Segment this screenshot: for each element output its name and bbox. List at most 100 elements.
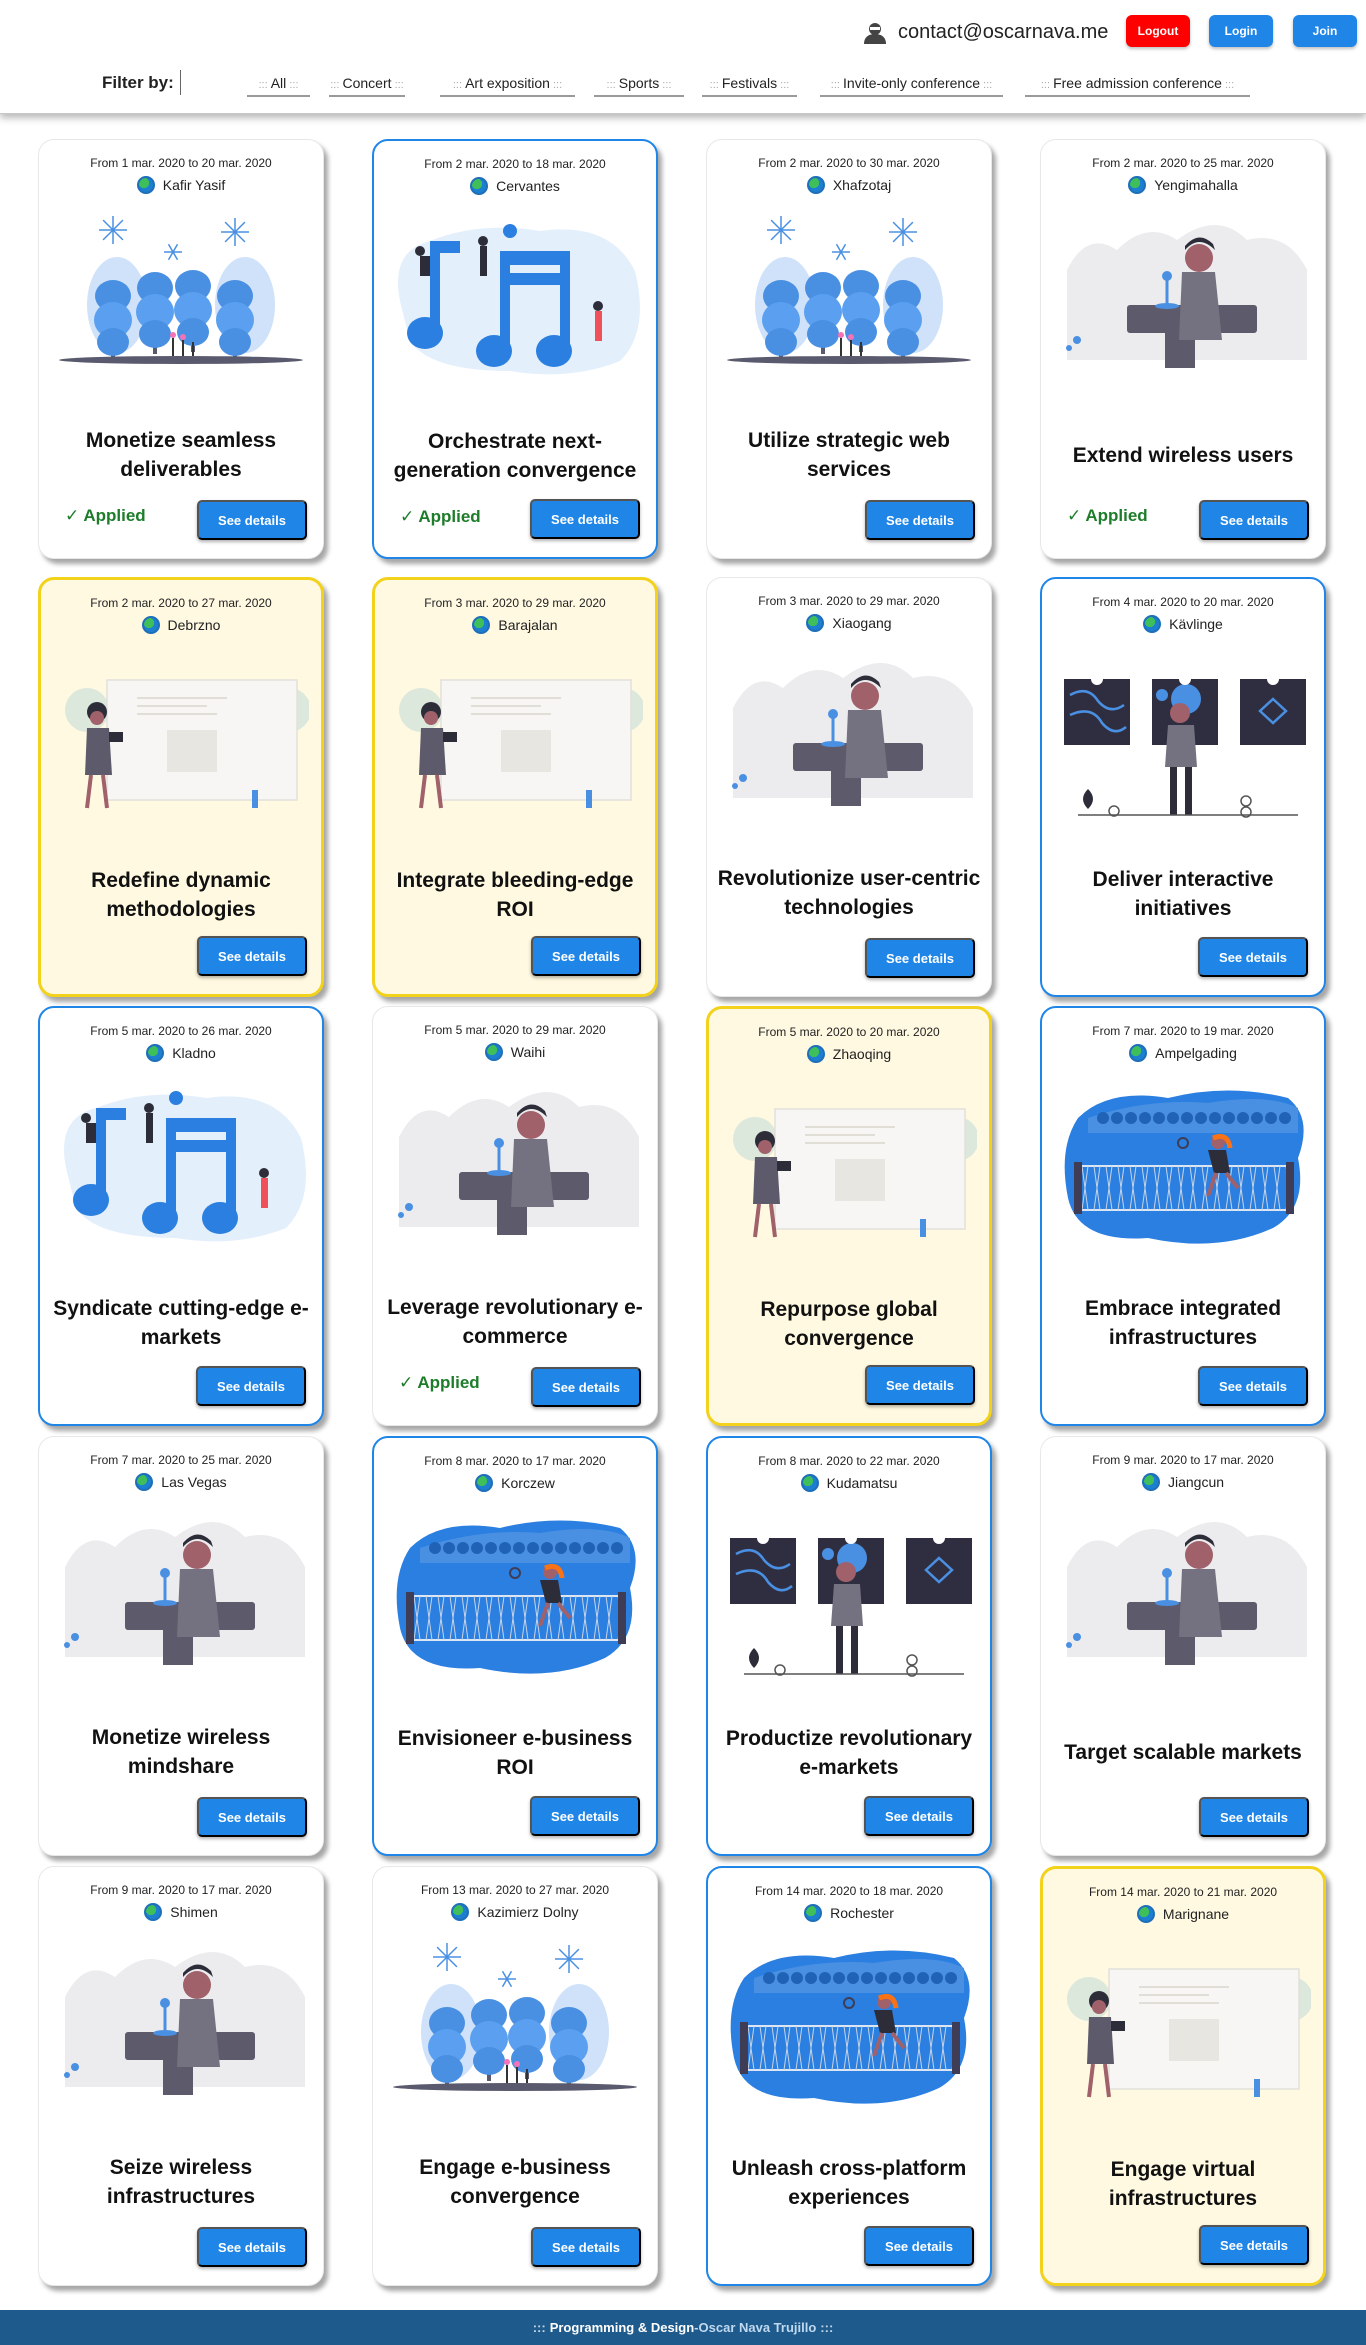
see-details-button[interactable]: See details	[197, 500, 307, 540]
applied-badge: ✓ Applied	[399, 1373, 480, 1392]
event-dates: From 8 mar. 2020 to 17 mar. 2020	[424, 1454, 606, 1468]
see-details-button[interactable]: See details	[1199, 500, 1309, 540]
conference-illustration	[64, 1952, 305, 2095]
presentation-illustration	[65, 679, 309, 809]
globe-icon	[806, 614, 825, 632]
event-location-name: Las Vegas	[161, 1474, 227, 1490]
event-location: Cervantes	[374, 177, 656, 195]
event-location-name: Xhafzotaj	[832, 177, 892, 193]
top-bar: contact@oscarnava.me Logout Login Join F…	[0, 0, 1366, 114]
see-details-button[interactable]: See details	[1198, 937, 1308, 977]
event-card: From 13 mar. 2020 to 27 mar. 2020 Kazimie…	[372, 1866, 658, 2286]
event-title: Monetize seamless deliverables	[85, 429, 277, 481]
filter-label: Filter by:	[102, 73, 174, 92]
event-card: From 4 mar. 2020 to 20 mar. 2020 Kävlinge…	[1040, 577, 1326, 997]
see-details-button[interactable]: See details	[1198, 1366, 1308, 1406]
event-location-name: Kladno	[172, 1045, 216, 1061]
see-details-button[interactable]: See details	[865, 938, 975, 978]
tab-label: Festivals	[721, 75, 778, 91]
event-location: Kladno	[40, 1044, 322, 1062]
see-details-button[interactable]: See details	[530, 1796, 640, 1836]
tab-decoration: :::	[659, 79, 672, 91]
see-details-button[interactable]: See details	[531, 936, 641, 976]
tab-decoration: :::	[1040, 79, 1054, 91]
join-button[interactable]: Join	[1293, 15, 1357, 47]
event-dates: From 2 mar. 2020 to 27 mar. 2020	[90, 596, 272, 610]
event-location-name: Zhaoqing	[832, 1046, 892, 1062]
tab-decoration: :::	[777, 79, 790, 91]
tab-decoration: :::	[549, 79, 563, 91]
see-details-button[interactable]: See details	[865, 1365, 975, 1405]
login-button[interactable]: Login	[1209, 15, 1273, 47]
event-card: From 8 mar. 2020 to 17 mar. 2020 Korczew …	[372, 1436, 658, 1856]
event-dates: From 14 mar. 2020 to 18 mar. 2020	[754, 1884, 944, 1898]
user-email: contact@oscarnava.me	[898, 20, 1109, 43]
event-location: Marignane	[1043, 1905, 1323, 1923]
filter-tab-free-admission-conference[interactable]: ::: Free admission conference :::	[1025, 75, 1250, 97]
tab-decoration: :::	[979, 79, 993, 91]
conference-illustration	[1066, 1522, 1307, 1665]
event-title: Extend wireless users	[1072, 443, 1294, 467]
event-location: Debrzno	[41, 616, 321, 634]
art-exposition-illustration	[730, 1532, 972, 1677]
event-dates: From 3 mar. 2020 to 29 mar. 2020	[758, 594, 940, 608]
see-details-button[interactable]: See details	[1199, 1797, 1309, 1837]
filter-tab-art-exposition[interactable]: ::: Art exposition :::	[440, 75, 575, 97]
event-dates: From 5 mar. 2020 to 26 mar. 2020	[90, 1024, 272, 1038]
event-location-name: Kafir Yasif	[162, 177, 226, 193]
event-location: Las Vegas	[39, 1473, 323, 1491]
event-dates: From 13 mar. 2020 to 27 mar. 2020	[420, 1883, 610, 1897]
event-title: Embrace integrated infrastructures	[1084, 1297, 1282, 1349]
sports-illustration	[1064, 1090, 1304, 1244]
event-location: Ampelgading	[1042, 1044, 1324, 1062]
applied-badge: ✓ Applied	[65, 506, 146, 525]
globe-icon	[1143, 615, 1162, 633]
filter-tab-festivals[interactable]: ::: Festivals :::	[702, 75, 797, 97]
see-details-button[interactable]: See details	[197, 936, 307, 976]
event-title: Envisioneer e-business ROI	[397, 1727, 633, 1779]
event-title: Leverage revolutionary e-commerce	[387, 1296, 643, 1348]
see-details-button[interactable]: See details	[197, 1797, 307, 1837]
logout-button[interactable]: Logout	[1126, 15, 1190, 47]
see-details-button[interactable]: See details	[864, 1796, 974, 1836]
filter-tab-sports[interactable]: ::: Sports :::	[594, 75, 684, 97]
presentation-illustration	[733, 1108, 977, 1238]
tab-label: Art exposition	[465, 75, 550, 91]
event-title: Utilize strategic web services	[748, 429, 950, 481]
see-details-button[interactable]: See details	[530, 499, 640, 539]
footer: ::: Programming & Design - Oscar Nava Tr…	[0, 2310, 1366, 2345]
globe-icon	[804, 1904, 823, 1922]
globe-icon	[806, 1045, 825, 1063]
event-location: Xhafzotaj	[707, 176, 991, 194]
conference-illustration	[64, 1522, 305, 1665]
user-info: contact@oscarnava.me	[862, 17, 1108, 47]
event-card: From 2 mar. 2020 to 18 mar. 2020 Cervante…	[372, 139, 658, 559]
see-details-button[interactable]: See details	[864, 2226, 974, 2266]
sports-illustration	[396, 1520, 636, 1674]
see-details-button[interactable]: See details	[197, 2227, 307, 2267]
sports-illustration	[730, 1950, 970, 2104]
event-card: From 3 mar. 2020 to 29 mar. 2020 Barajala…	[372, 577, 658, 997]
event-location: Rochester	[708, 1904, 990, 1922]
filter-tab-all[interactable]: ::: All :::	[247, 75, 310, 97]
event-dates: From 1 mar. 2020 to 20 mar. 2020	[90, 156, 272, 170]
footer-decoration-left: :::	[532, 2320, 546, 2335]
footer-decoration-right: :::	[820, 2320, 834, 2335]
event-location-name: Shimen	[170, 1904, 218, 1920]
see-details-button[interactable]: See details	[196, 1366, 306, 1406]
filter-tab-concert[interactable]: ::: Concert :::	[329, 75, 405, 97]
filter-tab-invite-only-conference[interactable]: ::: Invite-only conference :::	[820, 75, 1003, 97]
event-dates: From 5 mar. 2020 to 29 mar. 2020	[424, 1023, 606, 1037]
see-details-button[interactable]: See details	[531, 1367, 641, 1407]
see-details-button[interactable]: See details	[531, 2227, 641, 2267]
event-location: Jiangcun	[1041, 1473, 1325, 1491]
event-card: From 9 mar. 2020 to 17 mar. 2020 Shimen S…	[38, 1866, 324, 2286]
see-details-button[interactable]: See details	[1199, 2225, 1309, 2265]
globe-icon	[1128, 176, 1147, 194]
event-location-name: Kudamatsu	[826, 1475, 898, 1491]
event-card: From 14 mar. 2020 to 18 mar. 2020 Rochest…	[706, 1866, 992, 2286]
event-title: Revolutionize user-centric technologies	[717, 867, 981, 919]
see-details-button[interactable]: See details	[865, 500, 975, 540]
event-location: Kävlinge	[1042, 615, 1324, 633]
events-grid: From 1 mar. 2020 to 20 mar. 2020 Kafir Ya…	[0, 114, 1366, 2310]
